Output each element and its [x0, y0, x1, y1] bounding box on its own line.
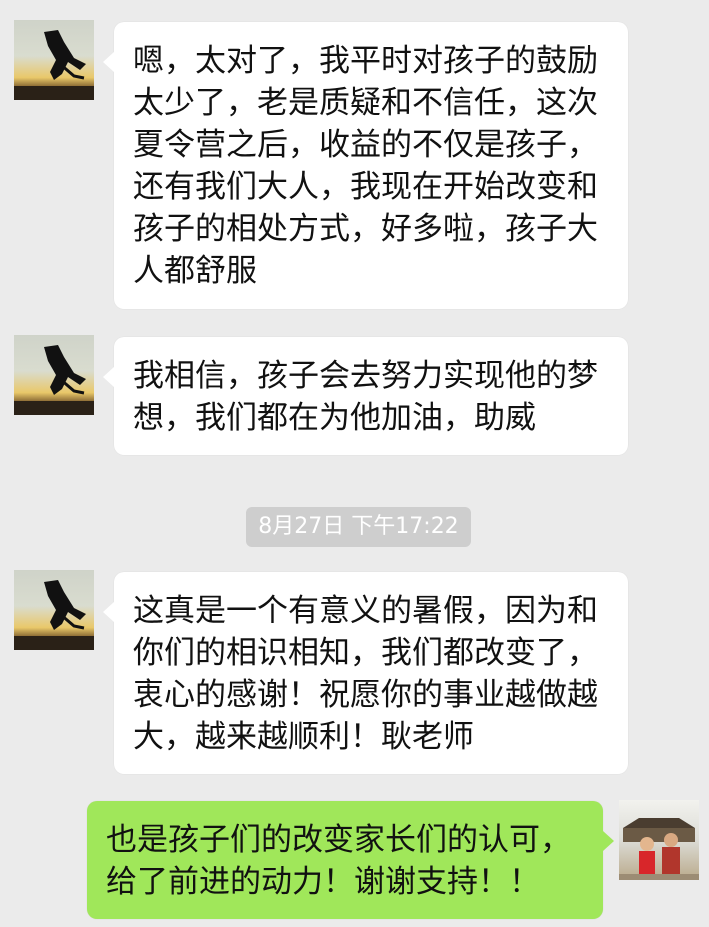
message-text-line: 太少了，老是质疑和不信任，这次 — [133, 85, 598, 121]
message-text-line: 也是孩子们的改变家长们的认可， — [106, 822, 571, 858]
outgoing-message-bubble[interactable]: 也是孩子们的改变家长们的认可， 给了前进的动力！谢谢支持！！ — [87, 801, 614, 919]
message-text-line: 人都舒服 — [133, 253, 257, 289]
message-text-line: 衷心的感谢！祝愿你的事业越做越 — [133, 677, 598, 713]
message-bubble[interactable]: 这真是一个有意义的暑假，因为和 你们的相识相知，我们都改变了， 衷心的感谢！祝愿… — [103, 572, 628, 774]
message-timestamp: 8月27日 下午17:22 — [246, 507, 471, 547]
message-text-line: 孩子的相处方式，好多啦，孩子大 — [133, 211, 598, 247]
message-text-line: 你们的相识相知，我们都改变了， — [133, 635, 598, 671]
message-text-line: 我相信，孩子会去努力实现他的梦 — [133, 358, 598, 394]
message-bubble[interactable]: 嗯，太对了，我平时对孩子的鼓励 太少了，老是质疑和不信任，这次 夏令营之后，收益… — [103, 22, 628, 309]
sender-avatar[interactable] — [14, 335, 94, 415]
couple-photo-avatar-icon — [619, 818, 699, 880]
silhouette-sunset-avatar-icon — [14, 345, 94, 415]
silhouette-sunset-avatar-icon — [14, 30, 94, 100]
message-text-line: 给了前进的动力！谢谢支持！！ — [106, 864, 540, 900]
message-text-line: 这真是一个有意义的暑假，因为和 — [133, 593, 598, 629]
message-bubble[interactable]: 我相信，孩子会去努力实现他的梦 想，我们都在为他加油，助威 — [103, 337, 628, 455]
silhouette-sunset-avatar-icon — [14, 580, 94, 650]
message-text-line: 想，我们都在为他加油，助威 — [133, 400, 536, 436]
own-avatar[interactable] — [619, 800, 699, 880]
sender-avatar[interactable] — [14, 570, 94, 650]
message-text-line: 还有我们大人，我现在开始改变和 — [133, 169, 598, 205]
message-text-line: 嗯，太对了，我平时对孩子的鼓励 — [133, 43, 598, 79]
message-text-line: 夏令营之后，收益的不仅是孩子， — [133, 127, 598, 163]
message-text-line: 大，越来越顺利！耿老师 — [133, 719, 474, 755]
sender-avatar[interactable] — [14, 20, 94, 100]
